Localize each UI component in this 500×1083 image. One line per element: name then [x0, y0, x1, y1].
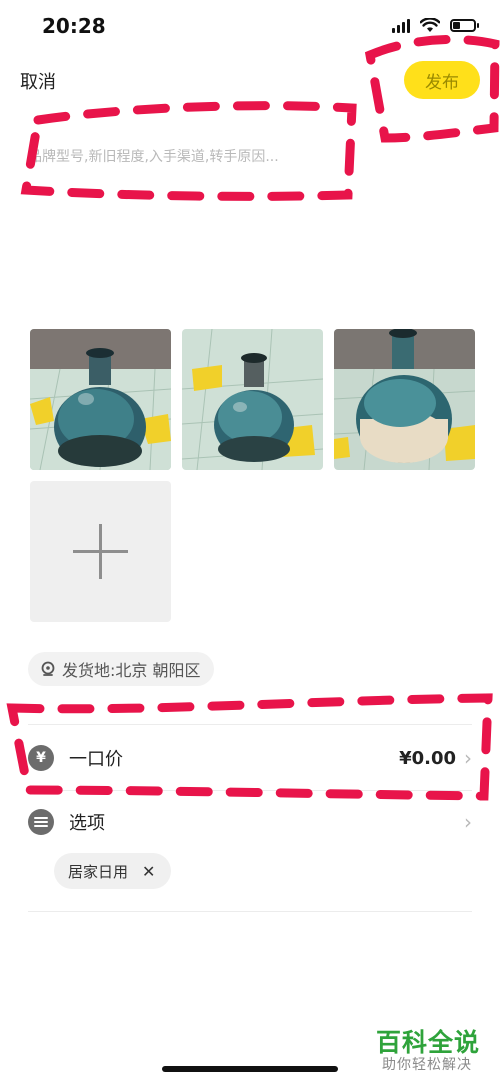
- description-input[interactable]: 品牌型号,新旧程度,入手渠道,转手原因...: [28, 146, 328, 166]
- options-row[interactable]: 选项 ›: [28, 797, 472, 847]
- product-photo-3[interactable]: [334, 329, 475, 470]
- wifi-icon: [420, 18, 440, 32]
- price-row[interactable]: ¥ 一口价 ¥0.00 ›: [28, 733, 472, 783]
- location-label: 发货地:北京 朝阳区: [62, 661, 201, 680]
- vase-photo-3: [334, 329, 475, 470]
- options-list-icon: [28, 809, 54, 835]
- publish-button[interactable]: 发布: [404, 61, 480, 99]
- home-indicator: [162, 1066, 338, 1072]
- divider: [28, 911, 472, 912]
- product-photo-2[interactable]: [182, 329, 323, 470]
- remove-tag-icon[interactable]: ✕: [142, 862, 155, 881]
- battery-icon: [450, 19, 479, 32]
- divider: [28, 790, 472, 791]
- options-label: 选项: [69, 813, 105, 834]
- watermark-subtitle: 助你轻松解决: [382, 1057, 472, 1073]
- price-value: ¥0.00: [399, 747, 456, 769]
- status-icons: [392, 18, 479, 33]
- vase-photo-1: [30, 329, 171, 470]
- tag-label: 居家日用: [68, 862, 129, 881]
- price-label: 一口价: [69, 749, 123, 770]
- cancel-button[interactable]: 取消: [20, 68, 56, 94]
- yen-icon: ¥: [28, 745, 54, 771]
- vase-photo-2: [182, 329, 323, 470]
- chevron-right-icon: ›: [464, 810, 472, 834]
- status-time: 20:28: [42, 14, 106, 38]
- add-photo-button[interactable]: [30, 481, 171, 622]
- product-photo-1[interactable]: [30, 329, 171, 470]
- divider: [28, 724, 472, 725]
- cellular-signal-icon: [392, 18, 410, 33]
- chevron-right-icon: ›: [464, 746, 472, 770]
- ship-from-location[interactable]: 发货地:北京 朝阳区: [28, 652, 215, 686]
- location-pin-icon: [41, 661, 55, 676]
- category-tag: 居家日用 ✕: [54, 853, 172, 889]
